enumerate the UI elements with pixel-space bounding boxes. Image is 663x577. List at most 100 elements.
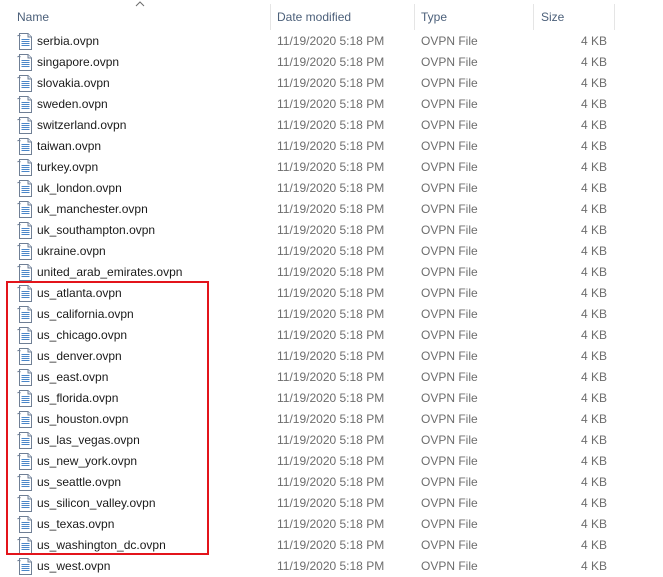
column-header-name[interactable]: Name	[17, 0, 49, 32]
column-divider[interactable]	[533, 4, 534, 30]
column-divider[interactable]	[614, 4, 615, 30]
file-size: 4 KB	[580, 328, 607, 342]
file-size: 4 KB	[580, 286, 607, 300]
file-row[interactable]: us_houston.ovpn 11/19/2020 5:18 PM OVPN …	[0, 409, 663, 430]
file-type: OVPN File	[421, 76, 478, 90]
ovpn-file-icon	[17, 96, 32, 113]
file-size: 4 KB	[580, 97, 607, 111]
ovpn-file-icon	[17, 243, 32, 260]
column-header-date-modified[interactable]: Date modified	[277, 0, 351, 32]
ovpn-file-icon	[17, 453, 32, 470]
file-row[interactable]: serbia.ovpn 11/19/2020 5:18 PM OVPN File…	[0, 31, 663, 52]
file-size: 4 KB	[580, 412, 607, 426]
file-row[interactable]: us_texas.ovpn 11/19/2020 5:18 PM OVPN Fi…	[0, 514, 663, 535]
column-header-size[interactable]: Size	[541, 0, 564, 32]
ovpn-file-icon	[17, 411, 32, 428]
column-header-type[interactable]: Type	[421, 0, 447, 32]
file-date-modified: 11/19/2020 5:18 PM	[277, 307, 385, 321]
file-size: 4 KB	[580, 118, 607, 132]
file-size: 4 KB	[580, 139, 607, 153]
file-size: 4 KB	[580, 181, 607, 195]
ovpn-file-icon	[17, 558, 32, 575]
file-type: OVPN File	[421, 538, 478, 552]
file-type: OVPN File	[421, 244, 478, 258]
file-row[interactable]: us_las_vegas.ovpn 11/19/2020 5:18 PM OVP…	[0, 430, 663, 451]
file-row[interactable]: uk_manchester.ovpn 11/19/2020 5:18 PM OV…	[0, 199, 663, 220]
file-date-modified: 11/19/2020 5:18 PM	[277, 391, 385, 405]
file-size: 4 KB	[580, 538, 607, 552]
file-name: singapore.ovpn	[37, 55, 120, 69]
file-name: us_texas.ovpn	[37, 517, 115, 531]
file-date-modified: 11/19/2020 5:18 PM	[277, 223, 385, 237]
file-size: 4 KB	[580, 244, 607, 258]
file-row[interactable]: us_california.ovpn 11/19/2020 5:18 PM OV…	[0, 304, 663, 325]
file-date-modified: 11/19/2020 5:18 PM	[277, 349, 385, 363]
column-divider[interactable]	[414, 4, 415, 30]
chevron-up-icon[interactable]	[135, 0, 145, 8]
column-header-bar: Name Date modified Type Size	[0, 0, 663, 32]
file-row[interactable]: us_silicon_valley.ovpn 11/19/2020 5:18 P…	[0, 493, 663, 514]
file-type: OVPN File	[421, 55, 478, 69]
file-size: 4 KB	[580, 76, 607, 90]
file-date-modified: 11/19/2020 5:18 PM	[277, 559, 385, 573]
file-name: taiwan.ovpn	[37, 139, 102, 153]
file-type: OVPN File	[421, 391, 478, 405]
file-size: 4 KB	[580, 265, 607, 279]
file-row[interactable]: us_west.ovpn 11/19/2020 5:18 PM OVPN Fil…	[0, 556, 663, 577]
file-row[interactable]: us_atlanta.ovpn 11/19/2020 5:18 PM OVPN …	[0, 283, 663, 304]
file-row[interactable]: sweden.ovpn 11/19/2020 5:18 PM OVPN File…	[0, 94, 663, 115]
file-row[interactable]: us_new_york.ovpn 11/19/2020 5:18 PM OVPN…	[0, 451, 663, 472]
file-size: 4 KB	[580, 202, 607, 216]
file-name: us_washington_dc.ovpn	[37, 538, 166, 552]
file-date-modified: 11/19/2020 5:18 PM	[277, 433, 385, 447]
file-size: 4 KB	[580, 433, 607, 447]
file-size: 4 KB	[580, 496, 607, 510]
file-type: OVPN File	[421, 517, 478, 531]
file-date-modified: 11/19/2020 5:18 PM	[277, 181, 385, 195]
file-row[interactable]: switzerland.ovpn 11/19/2020 5:18 PM OVPN…	[0, 115, 663, 136]
file-row[interactable]: us_seattle.ovpn 11/19/2020 5:18 PM OVPN …	[0, 472, 663, 493]
file-row[interactable]: us_denver.ovpn 11/19/2020 5:18 PM OVPN F…	[0, 346, 663, 367]
file-name: sweden.ovpn	[37, 97, 108, 111]
file-type: OVPN File	[421, 412, 478, 426]
ovpn-file-icon	[17, 117, 32, 134]
file-row[interactable]: slovakia.ovpn 11/19/2020 5:18 PM OVPN Fi…	[0, 73, 663, 94]
column-divider[interactable]	[270, 4, 271, 30]
file-name: slovakia.ovpn	[37, 76, 110, 90]
ovpn-file-icon	[17, 327, 32, 344]
file-date-modified: 11/19/2020 5:18 PM	[277, 412, 385, 426]
file-name: us_florida.ovpn	[37, 391, 119, 405]
ovpn-file-icon	[17, 201, 32, 218]
file-date-modified: 11/19/2020 5:18 PM	[277, 76, 385, 90]
file-date-modified: 11/19/2020 5:18 PM	[277, 34, 385, 48]
ovpn-file-icon	[17, 138, 32, 155]
file-date-modified: 11/19/2020 5:18 PM	[277, 286, 385, 300]
file-type: OVPN File	[421, 475, 478, 489]
file-row[interactable]: taiwan.ovpn 11/19/2020 5:18 PM OVPN File…	[0, 136, 663, 157]
file-type: OVPN File	[421, 370, 478, 384]
ovpn-file-icon	[17, 432, 32, 449]
file-row[interactable]: singapore.ovpn 11/19/2020 5:18 PM OVPN F…	[0, 52, 663, 73]
file-type: OVPN File	[421, 34, 478, 48]
file-row[interactable]: us_east.ovpn 11/19/2020 5:18 PM OVPN Fil…	[0, 367, 663, 388]
file-name: us_east.ovpn	[37, 370, 109, 384]
file-row[interactable]: united_arab_emirates.ovpn 11/19/2020 5:1…	[0, 262, 663, 283]
file-row[interactable]: us_washington_dc.ovpn 11/19/2020 5:18 PM…	[0, 535, 663, 556]
file-date-modified: 11/19/2020 5:18 PM	[277, 454, 385, 468]
file-name: serbia.ovpn	[37, 34, 100, 48]
file-size: 4 KB	[580, 307, 607, 321]
file-name: us_denver.ovpn	[37, 349, 122, 363]
file-name: us_silicon_valley.ovpn	[37, 496, 156, 510]
file-name: us_new_york.ovpn	[37, 454, 138, 468]
ovpn-file-icon	[17, 537, 32, 554]
file-row[interactable]: uk_london.ovpn 11/19/2020 5:18 PM OVPN F…	[0, 178, 663, 199]
file-row[interactable]: us_chicago.ovpn 11/19/2020 5:18 PM OVPN …	[0, 325, 663, 346]
file-row[interactable]: us_florida.ovpn 11/19/2020 5:18 PM OVPN …	[0, 388, 663, 409]
ovpn-file-icon	[17, 264, 32, 281]
file-date-modified: 11/19/2020 5:18 PM	[277, 475, 385, 489]
file-row[interactable]: ukraine.ovpn 11/19/2020 5:18 PM OVPN Fil…	[0, 241, 663, 262]
file-row[interactable]: uk_southampton.ovpn 11/19/2020 5:18 PM O…	[0, 220, 663, 241]
file-type: OVPN File	[421, 118, 478, 132]
ovpn-file-icon	[17, 285, 32, 302]
file-row[interactable]: turkey.ovpn 11/19/2020 5:18 PM OVPN File…	[0, 157, 663, 178]
